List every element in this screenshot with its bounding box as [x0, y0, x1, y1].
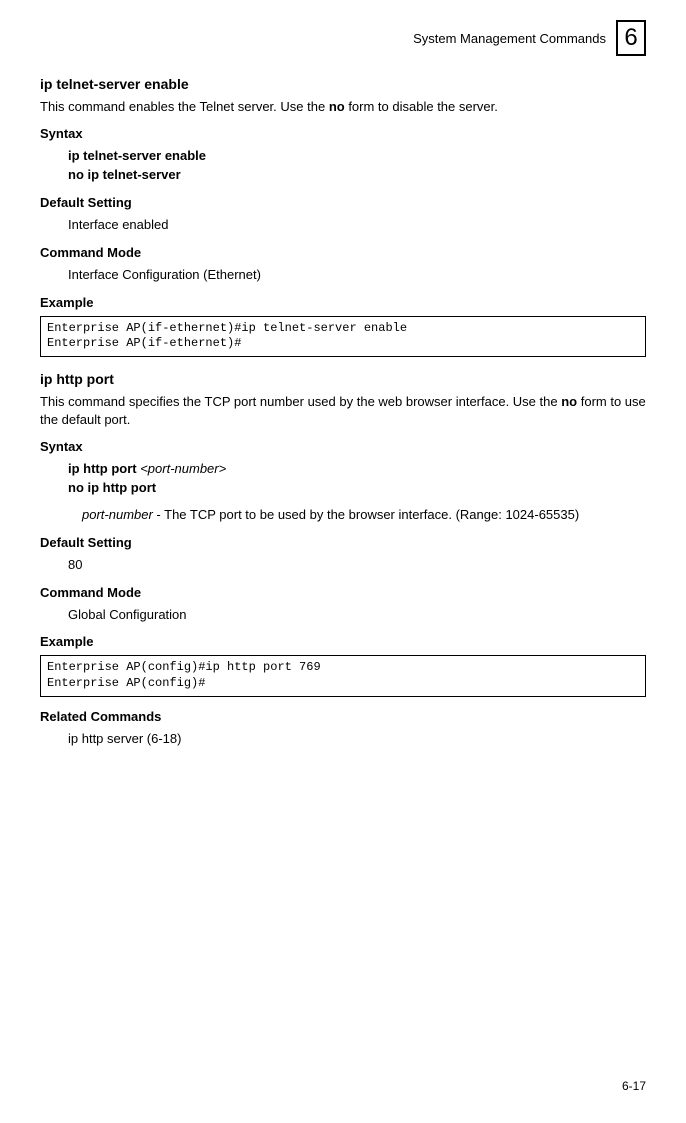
cmd2-related-label: Related Commands — [40, 709, 646, 724]
cmd1-description: This command enables the Telnet server. … — [40, 98, 646, 116]
cmd2-default-label: Default Setting — [40, 535, 646, 550]
cmd2-default-value: 80 — [68, 556, 646, 575]
cmd1-syntax-block: ip telnet-server enable no ip telnet-ser… — [68, 147, 646, 185]
cmd2-syntax-block: ip http port <port-number> no ip http po… — [68, 460, 646, 498]
cmd1-desc-pre: This command enables the Telnet server. … — [40, 99, 329, 114]
cmd1-title: ip telnet-server enable — [40, 76, 646, 92]
cmd2-syntax-label: Syntax — [40, 439, 646, 454]
cmd2-example-code: Enterprise AP(config)#ip http port 769 E… — [40, 655, 646, 696]
cmd1-syntax-line2: no ip telnet-server — [68, 167, 181, 182]
cmd2-param-italic: port-number — [82, 507, 153, 522]
chapter-number: 6 — [616, 20, 646, 56]
cmd1-example-code: Enterprise AP(if-ethernet)#ip telnet-ser… — [40, 316, 646, 357]
cmd1-default-value: Interface enabled — [68, 216, 646, 235]
cmd2-mode-value: Global Configuration — [68, 606, 646, 625]
cmd2-desc-bold: no — [561, 394, 577, 409]
cmd2-syntax-italic1: <port-number> — [140, 461, 226, 476]
cmd1-mode-label: Command Mode — [40, 245, 646, 260]
cmd1-example-label: Example — [40, 295, 646, 310]
header-title: System Management Commands — [413, 31, 606, 46]
page: System Management Commands 6 ip telnet-s… — [0, 0, 686, 1123]
cmd1-syntax-label: Syntax — [40, 126, 646, 141]
cmd2-syntax-line2: no ip http port — [68, 480, 156, 495]
cmd1-desc-post: form to disable the server. — [345, 99, 498, 114]
cmd2-title: ip http port — [40, 371, 646, 387]
cmd2-param-text: - The TCP port to be used by the browser… — [153, 507, 579, 522]
cmd2-param: port-number - The TCP port to be used by… — [82, 506, 646, 525]
cmd2-syntax-bold1: ip http port — [68, 461, 140, 476]
page-header: System Management Commands 6 — [40, 20, 646, 56]
cmd1-mode-value: Interface Configuration (Ethernet) — [68, 266, 646, 285]
cmd2-mode-label: Command Mode — [40, 585, 646, 600]
cmd1-desc-bold: no — [329, 99, 345, 114]
cmd2-description: This command specifies the TCP port numb… — [40, 393, 646, 429]
cmd2-related-value: ip http server (6-18) — [68, 730, 646, 749]
cmd2-example-label: Example — [40, 634, 646, 649]
cmd1-syntax-line1: ip telnet-server enable — [68, 148, 206, 163]
cmd2-desc-pre: This command specifies the TCP port numb… — [40, 394, 561, 409]
page-footer: 6-17 — [622, 1079, 646, 1093]
cmd1-default-label: Default Setting — [40, 195, 646, 210]
